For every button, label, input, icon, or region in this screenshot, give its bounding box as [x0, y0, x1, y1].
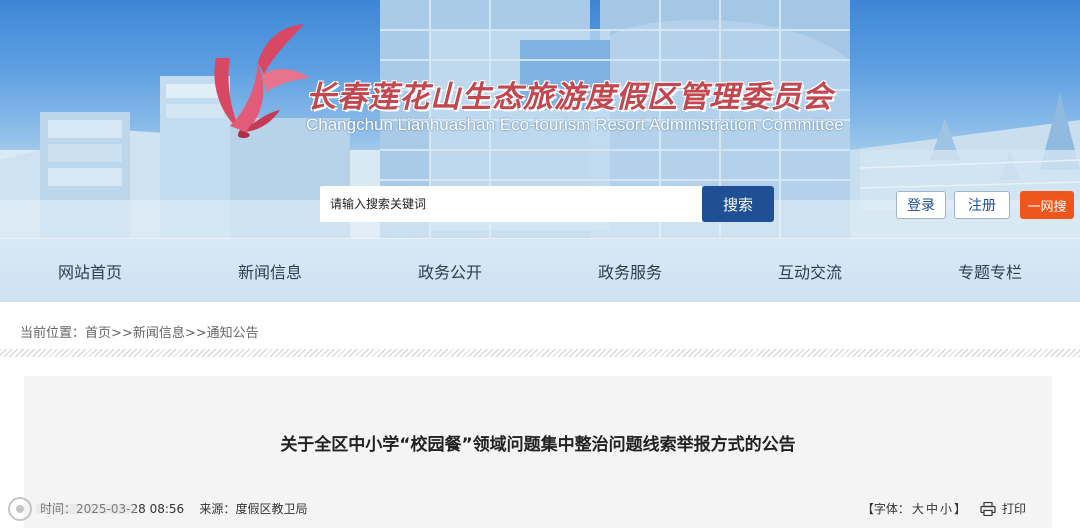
nav-item-news[interactable]: 新闻信息	[180, 239, 360, 302]
header-banner: 长春莲花山生态旅游度假区管理委员会 Changchun Lianhuashan …	[0, 0, 1080, 238]
nav-item-interaction[interactable]: 互动交流	[720, 239, 900, 302]
printer-icon[interactable]	[980, 501, 996, 516]
breadcrumb-prefix: 当前位置：	[20, 326, 86, 341]
watermark-logo-icon	[8, 497, 136, 521]
register-button[interactable]: 注册	[954, 191, 1010, 219]
site-title-cn: 长春莲花山生态旅游度假区管理委员会	[306, 80, 833, 115]
article-panel: 关于全区中小学“校园餐”领域问题集中整治问题线索举报方式的公告 时间：2025-…	[24, 376, 1052, 528]
breadcrumb-notice[interactable]: 通知公告	[207, 326, 259, 341]
search-button[interactable]: 搜索	[702, 186, 774, 222]
hatched-divider	[0, 349, 1080, 357]
nav-item-home[interactable]: 网站首页	[0, 239, 180, 302]
breadcrumb-separator: >>	[184, 326, 207, 341]
article-title: 关于全区中小学“校园餐”领域问题集中整治问题线索举报方式的公告	[280, 435, 796, 455]
nav-item-special-topics[interactable]: 专题专栏	[900, 239, 1080, 302]
breadcrumb-home[interactable]: 首页	[85, 326, 111, 341]
breadcrumb-separator: >>	[111, 326, 133, 341]
font-size-large[interactable]: 大	[912, 500, 924, 517]
font-size-label-close: 】	[953, 502, 966, 516]
print-button[interactable]: 打印	[1002, 500, 1026, 517]
font-size-label-open: 【字体：	[861, 502, 910, 516]
lotus-logo-icon	[214, 24, 310, 138]
net-search-button[interactable]: 一网搜	[1020, 191, 1074, 219]
main-nav: 网站首页 新闻信息 政务公开 政务服务 互动交流 专题专栏	[0, 238, 1080, 302]
login-button[interactable]: 登录	[896, 191, 946, 219]
search-input[interactable]	[320, 186, 702, 222]
breadcrumb: 当前位置：首页>>新闻信息>>通知公告	[20, 322, 259, 341]
article-tools: 【字体： 大 中 小 】 打印	[862, 500, 1026, 517]
site-title-en: Changchun Lianhuashan Eco-tourism Resort…	[306, 115, 844, 134]
search-bar: 搜索	[320, 186, 774, 222]
source-label: 来源：	[199, 502, 236, 516]
breadcrumb-news[interactable]: 新闻信息	[133, 326, 185, 341]
font-size-small[interactable]: 小	[940, 500, 952, 517]
nav-item-gov-affairs[interactable]: 政务公开	[360, 239, 540, 302]
article-source: 度假区教卫局	[235, 502, 308, 516]
font-size-medium[interactable]: 中	[926, 500, 938, 517]
nav-item-gov-services[interactable]: 政务服务	[540, 239, 720, 302]
